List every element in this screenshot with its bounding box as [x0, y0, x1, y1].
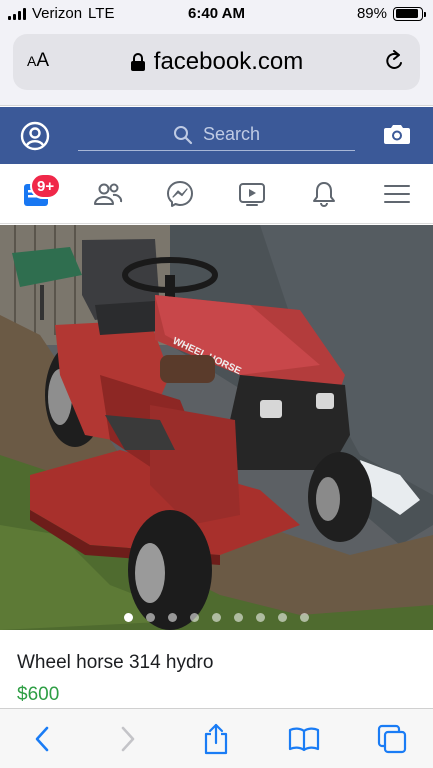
carousel-dot[interactable] — [256, 613, 265, 622]
photo-pagination[interactable] — [0, 613, 433, 622]
camera-icon[interactable] — [383, 122, 411, 146]
url-text: facebook.com — [153, 48, 304, 75]
browser-toolbar — [0, 708, 433, 768]
reload-icon[interactable] — [382, 50, 406, 74]
messenger-icon — [167, 181, 193, 207]
status-bar: Verizon LTE 6:40 AM 89% — [0, 0, 433, 28]
battery-percent: 89% — [356, 5, 387, 22]
feed-badge: 9+ — [30, 173, 62, 199]
menu-icon — [384, 185, 410, 203]
forward-icon — [121, 726, 135, 752]
listing-price: $600 — [17, 684, 60, 705]
forward-button[interactable] — [111, 723, 145, 755]
friends-tab[interactable] — [91, 178, 125, 210]
search-placeholder: Search — [202, 124, 261, 144]
menu-tab[interactable] — [380, 178, 414, 210]
share-icon — [204, 723, 228, 755]
carousel-dot[interactable] — [300, 613, 309, 622]
profile-icon[interactable] — [20, 121, 50, 151]
carousel-dot[interactable] — [124, 613, 133, 622]
bookmarks-button[interactable] — [287, 723, 321, 755]
search-icon — [173, 125, 193, 144]
address-bar[interactable]: AA facebook.com — [13, 34, 420, 90]
carousel-dot[interactable] — [146, 613, 155, 622]
friends-icon — [94, 183, 123, 205]
back-icon — [35, 726, 49, 752]
browser-chrome: AA facebook.com — [0, 28, 433, 106]
listing-photo[interactable]: WHEEL HORSE — [0, 225, 433, 630]
battery-group: 89% — [356, 5, 426, 22]
notifications-tab[interactable] — [307, 178, 341, 210]
notifications-icon — [313, 182, 335, 207]
search-field[interactable]: Search — [78, 119, 355, 151]
carousel-dot[interactable] — [278, 613, 287, 622]
facebook-nav: 9+ — [0, 164, 433, 224]
listing-title[interactable]: Wheel horse 314 hydro — [17, 652, 213, 674]
tabs-icon — [377, 724, 407, 754]
battery-level — [395, 9, 418, 18]
carousel-dot[interactable] — [168, 613, 177, 622]
back-button[interactable] — [25, 723, 59, 755]
bookmarks-icon — [288, 727, 320, 752]
lawn-tractor-image: WHEEL HORSE — [0, 225, 433, 630]
lock-icon — [130, 53, 145, 71]
carousel-dot[interactable] — [234, 613, 243, 622]
carousel-dot[interactable] — [190, 613, 199, 622]
facebook-header: Search — [0, 107, 433, 164]
carousel-dot[interactable] — [212, 613, 221, 622]
watch-tab[interactable] — [235, 178, 269, 210]
battery-icon — [393, 6, 426, 21]
tabs-button[interactable] — [375, 723, 409, 755]
url-display[interactable]: facebook.com — [13, 48, 420, 76]
share-button[interactable] — [199, 723, 233, 755]
watch-icon — [239, 183, 265, 206]
messenger-tab[interactable] — [163, 178, 197, 210]
